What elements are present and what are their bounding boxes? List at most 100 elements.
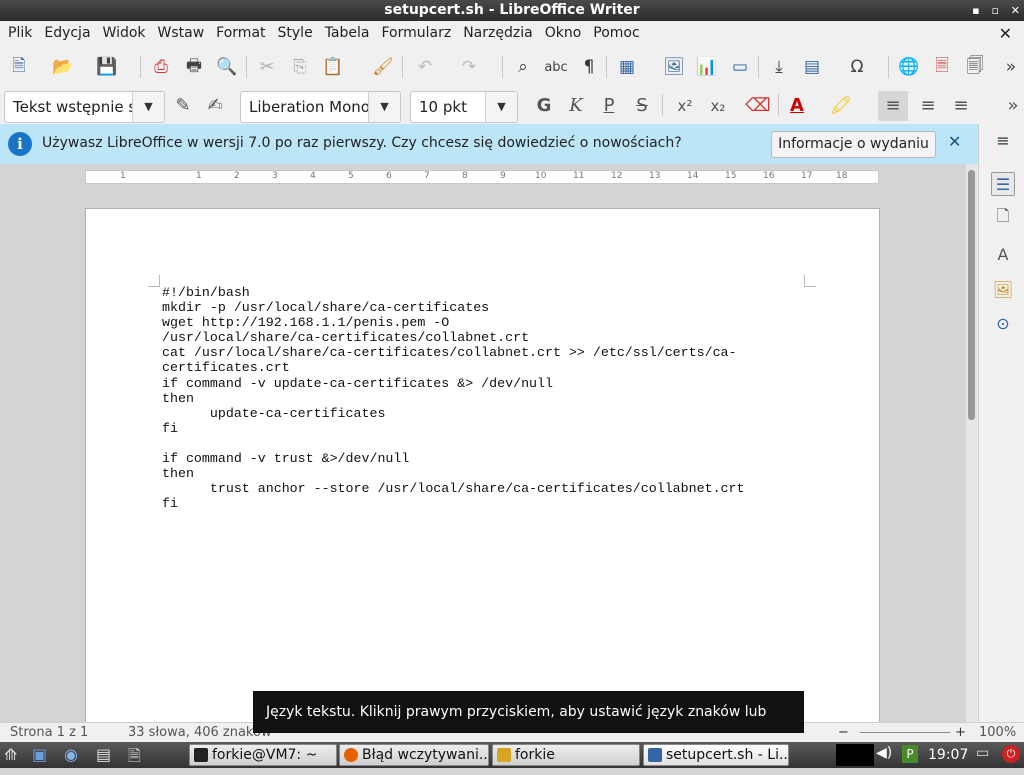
power-icon[interactable]: ⏻ (1002, 745, 1020, 763)
special-character-icon[interactable]: Ω (844, 54, 870, 80)
files-icon[interactable]: ▣ (32, 745, 47, 764)
italic-button[interactable]: K (561, 91, 591, 121)
menu-insert[interactable]: Wstaw (152, 21, 211, 46)
navigator-icon[interactable]: ⊙ (991, 311, 1015, 335)
word-count[interactable]: 33 słowa, 406 znaków (128, 723, 272, 742)
menu-styles[interactable]: Style (272, 21, 319, 46)
page-count[interactable]: Strona 1 z 1 (10, 723, 88, 742)
vertical-scrollbar[interactable] (966, 164, 978, 722)
chevron-down-icon[interactable]: ▼ (132, 92, 164, 122)
zoom-out-icon[interactable]: − (838, 723, 849, 742)
paragraph-style-value: Tekst wstępnie s (13, 98, 137, 116)
monitor-icon[interactable]: ▭ (976, 745, 989, 761)
gallery-icon[interactable]: 🖼 (991, 277, 1015, 301)
start-menu-icon[interactable]: ⟰ (4, 745, 17, 764)
print-icon[interactable]: 🖶 (181, 54, 207, 80)
more-options-icon[interactable]: » (998, 54, 1024, 80)
close-document-icon[interactable]: ✕ (999, 21, 1012, 46)
page-icon[interactable]: 🗋 (991, 206, 1015, 230)
menu-edit[interactable]: Edycja (38, 21, 96, 46)
document-text[interactable]: #!/bin/bash mkdir -p /usr/local/share/ca-… (162, 285, 745, 511)
more-formatting-icon[interactable]: » (998, 91, 1024, 121)
infobar-message: Używasz LibreOffice w wersji 7.0 po raz … (42, 135, 682, 151)
insert-textbox-icon[interactable]: ▭ (727, 54, 753, 80)
undo-icon[interactable]: ↶ (412, 54, 438, 80)
formatting-marks-icon[interactable]: ¶ (576, 54, 602, 80)
update-style-icon[interactable]: ✎ (168, 91, 198, 121)
clone-formatting-icon[interactable]: 🖌 (370, 54, 396, 80)
zoom-in-icon[interactable]: + (955, 723, 966, 742)
spelling-icon[interactable]: abc (543, 54, 569, 80)
menu-window[interactable]: Okno (539, 21, 588, 46)
comment-icon[interactable]: 🗐 (962, 54, 988, 80)
menu-file[interactable]: Plik (2, 21, 38, 46)
chevron-down-icon[interactable]: ▼ (485, 92, 517, 122)
copy-icon[interactable]: ⎘ (287, 54, 313, 80)
scrollbar-thumb[interactable] (968, 170, 975, 420)
align-right-icon[interactable]: ≡ (946, 91, 976, 121)
menu-table[interactable]: Tabela (319, 21, 376, 46)
code-line: then (162, 390, 194, 406)
footnote-icon[interactable]: 🗏 (929, 54, 955, 80)
bold-button[interactable]: G (529, 91, 559, 121)
redo-icon[interactable]: ↷ (456, 54, 482, 80)
task-writer[interactable]: setupcert.sh - Li... (643, 744, 789, 766)
insert-field-icon[interactable]: ▤ (799, 54, 825, 80)
task-firefox[interactable]: Błąd wczytywani... (339, 744, 489, 766)
clear-formatting-icon[interactable]: ⌫ (743, 91, 773, 121)
browser-launcher-icon[interactable]: ◉ (64, 745, 78, 764)
superscript-icon[interactable]: x² (670, 91, 700, 121)
insert-image-icon[interactable]: 🖼 (661, 54, 687, 80)
align-center-icon[interactable]: ≡ (913, 91, 943, 121)
zoom-level[interactable]: 100% (979, 723, 1016, 742)
new-document-icon[interactable]: 🗎 (6, 54, 32, 80)
open-folder-icon[interactable]: 📂 (50, 54, 76, 80)
menu-view[interactable]: Widok (97, 21, 152, 46)
task-terminal[interactable]: forkie@VM7: ~ (189, 744, 337, 766)
ruler-label: 3 (272, 171, 278, 181)
menu-form[interactable]: Formularz (375, 21, 457, 46)
styles-icon[interactable]: A (991, 242, 1015, 266)
font-name-select[interactable]: Liberation Mono ▼ (240, 91, 401, 123)
font-size-select[interactable]: 10 pkt ▼ (410, 91, 518, 123)
volume-icon[interactable]: ◀) (876, 745, 892, 761)
subscript-icon[interactable]: x₂ (703, 91, 733, 121)
close-icon[interactable]: ✕ (1011, 4, 1020, 17)
print-preview-icon[interactable]: 🔍 (214, 54, 240, 80)
save-icon[interactable]: 💾 (94, 54, 120, 80)
menu-tools[interactable]: Narzędzia (457, 21, 538, 46)
font-color-icon[interactable]: A (782, 91, 812, 121)
hyperlink-icon[interactable]: 🌐 (896, 54, 922, 80)
zoom-slider[interactable] (860, 732, 950, 733)
pidgin-icon[interactable]: P (902, 745, 918, 763)
cut-icon[interactable]: ✂ (254, 54, 280, 80)
align-left-icon[interactable]: ≡ (878, 91, 908, 121)
page-break-icon[interactable]: ⤓ (766, 54, 792, 80)
release-notes-button[interactable]: Informacje o wydaniu (771, 131, 936, 158)
chevron-down-icon[interactable]: ▼ (368, 92, 400, 122)
menu-format[interactable]: Format (210, 21, 271, 46)
menu-help[interactable]: Pomoc (587, 21, 645, 46)
insert-chart-icon[interactable]: 📊 (694, 54, 720, 80)
paste-icon[interactable]: 📋 (320, 54, 346, 80)
task-label: forkie (515, 747, 555, 763)
highlight-color-icon[interactable]: 🖍 (826, 91, 856, 121)
find-replace-icon[interactable]: ⌕ (510, 54, 536, 80)
code-line: cat /usr/local/share/ca-certificates/col… (162, 345, 737, 361)
horizontal-ruler[interactable]: 1 1 2 3 4 5 6 7 8 9 10 11 12 13 14 15 16… (85, 170, 879, 184)
clock[interactable]: 19:07 (928, 742, 968, 768)
paragraph-style-select[interactable]: Tekst wstępnie s ▼ (4, 91, 165, 123)
new-style-icon[interactable]: ✍ (200, 91, 230, 121)
maximize-icon[interactable]: ▫ (991, 4, 998, 17)
insert-table-icon[interactable]: ▦ (614, 54, 640, 80)
task-file-manager[interactable]: forkie (492, 744, 640, 766)
sidebar-menu-icon[interactable]: ≡ (991, 128, 1015, 152)
minimize-icon[interactable]: ▪ (972, 4, 979, 17)
code-line: trust anchor --store /usr/local/share/ca… (162, 481, 745, 497)
strikethrough-button[interactable]: S (627, 91, 657, 121)
properties-icon[interactable]: ☰ (991, 172, 1015, 196)
file-manager-launcher-icon[interactable]: ▤ (96, 745, 111, 764)
export-pdf-icon[interactable]: ⎙ (148, 54, 174, 80)
underline-button[interactable]: P (594, 91, 624, 121)
close-infobar-icon[interactable]: ✕ (948, 132, 961, 151)
